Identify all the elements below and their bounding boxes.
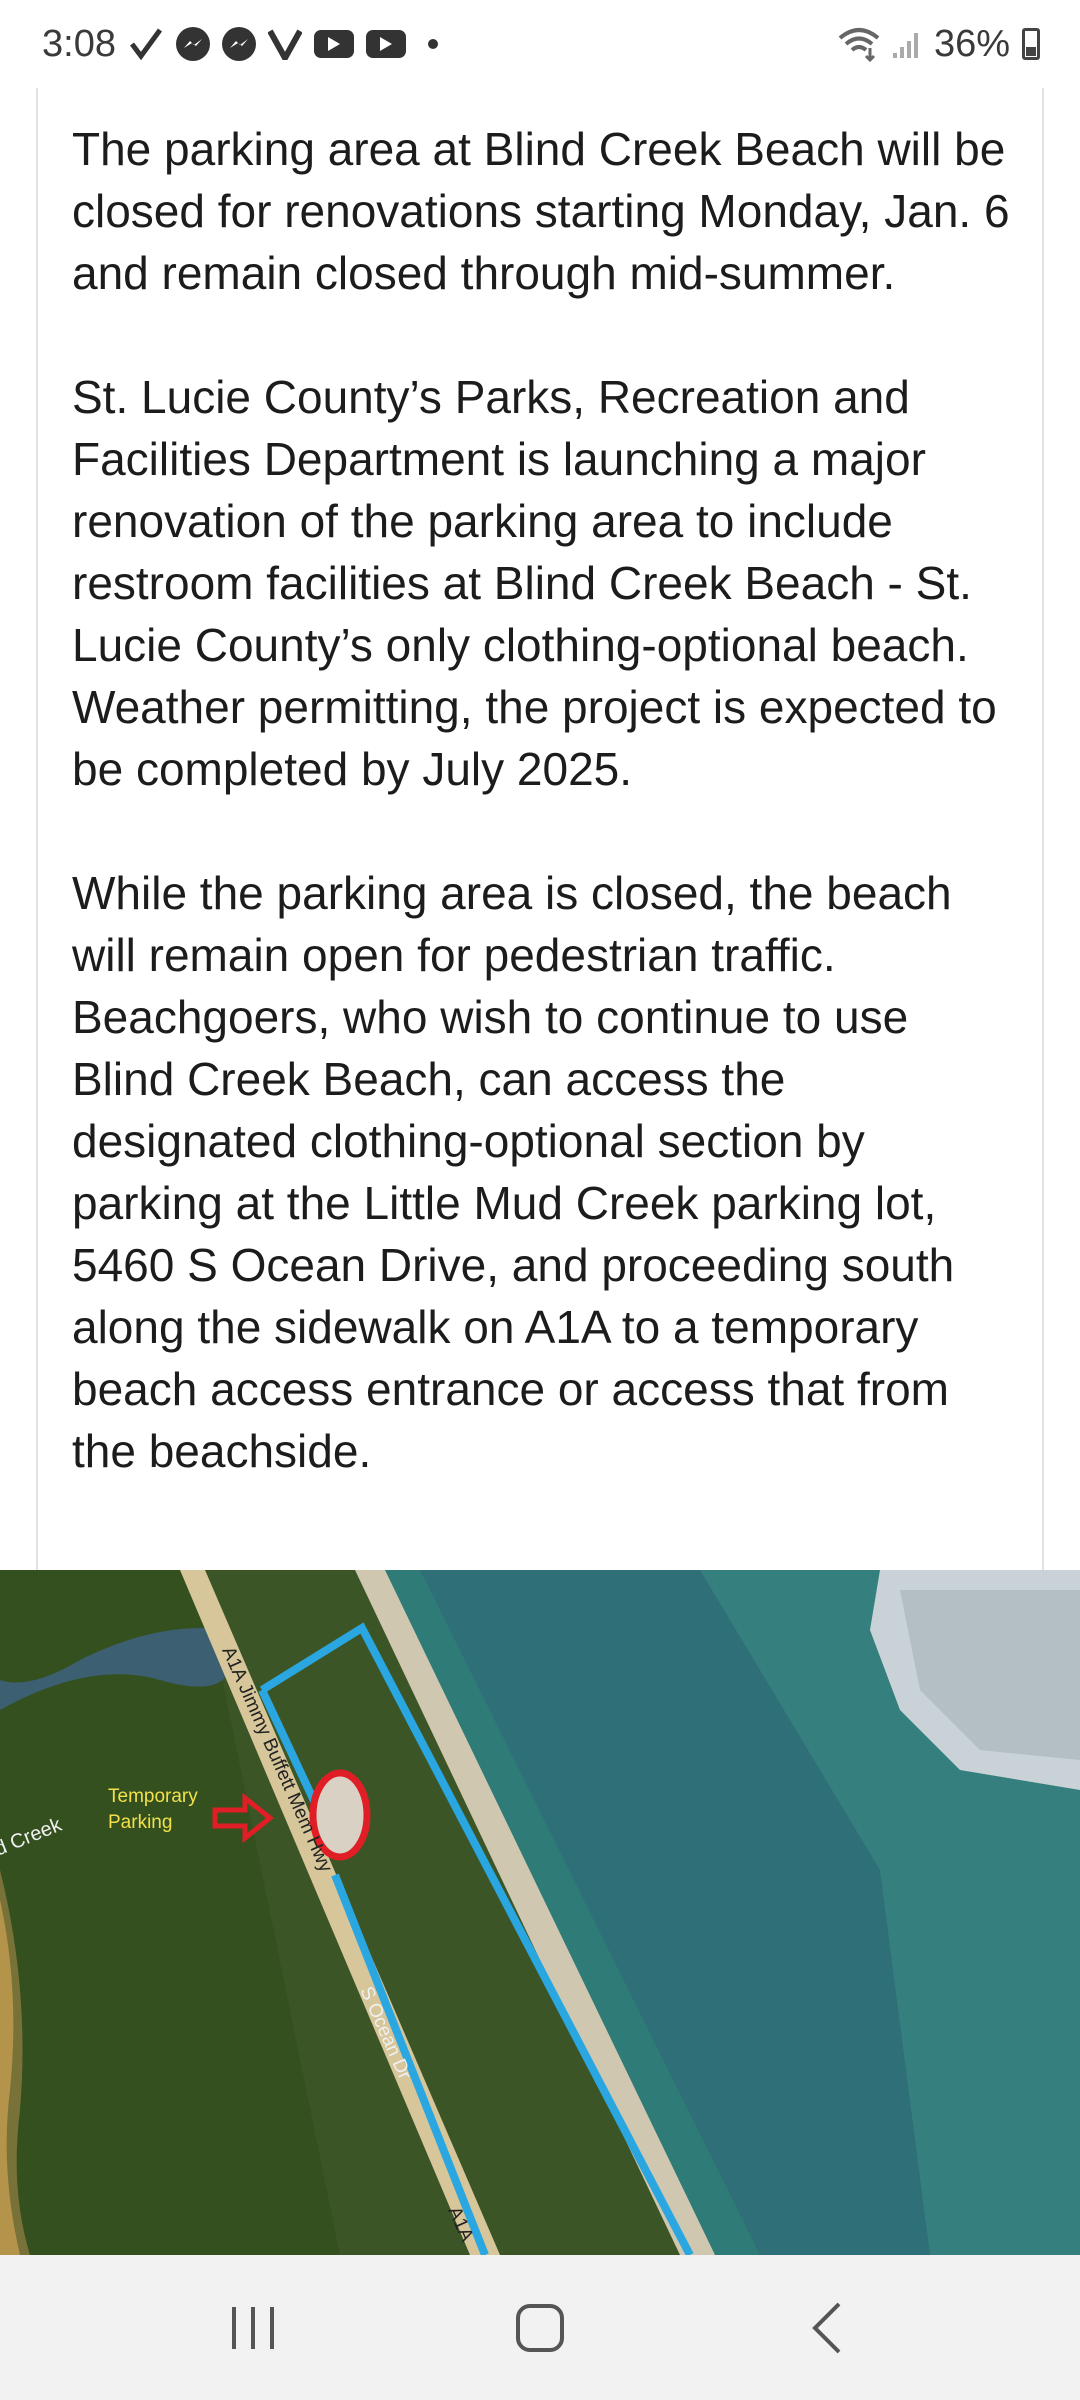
youtube-icon [313, 30, 354, 58]
recent-apps-button[interactable] [193, 2278, 313, 2378]
dot-icon [427, 39, 438, 49]
messenger-icon [221, 27, 256, 61]
v-icon [267, 28, 302, 60]
youtube-icon [365, 30, 406, 58]
home-icon [515, 2303, 564, 2352]
messenger-icon [175, 27, 210, 61]
home-button[interactable] [480, 2278, 600, 2378]
map-label-temporary: Temporary [108, 1786, 198, 1807]
article-paragraph: While the parking area is closed, the be… [72, 867, 955, 1477]
recent-apps-icon [232, 2306, 275, 2349]
map-image[interactable]: Mud Creek Temporary Parking A1A Jimmy Bu… [0, 1570, 1080, 2255]
wifi-icon [838, 26, 880, 62]
battery-icon [1022, 28, 1040, 60]
map-label-parking: Parking [108, 1812, 172, 1833]
battery-percent: 36% [933, 22, 1010, 65]
back-button[interactable] [767, 2278, 887, 2378]
article-text: The parking area at Blind Creek Beach wi… [36, 88, 1044, 1570]
navigation-bar [0, 2255, 1080, 2400]
status-left: 3:08 [42, 23, 438, 66]
satellite-map: Mud Creek Temporary Parking A1A Jimmy Bu… [0, 1570, 1080, 2255]
back-icon [811, 2302, 841, 2353]
status-right: 36% [838, 23, 1040, 66]
check-icon [128, 26, 164, 62]
article-paragraph: St. Lucie County’s Parks, Recreation and… [72, 371, 997, 795]
article-paragraph: The parking area at Blind Creek Beach wi… [72, 123, 1010, 299]
status-bar: 3:08 36% [0, 0, 1080, 88]
signal-icon [892, 29, 922, 59]
status-time: 3:08 [42, 22, 116, 65]
